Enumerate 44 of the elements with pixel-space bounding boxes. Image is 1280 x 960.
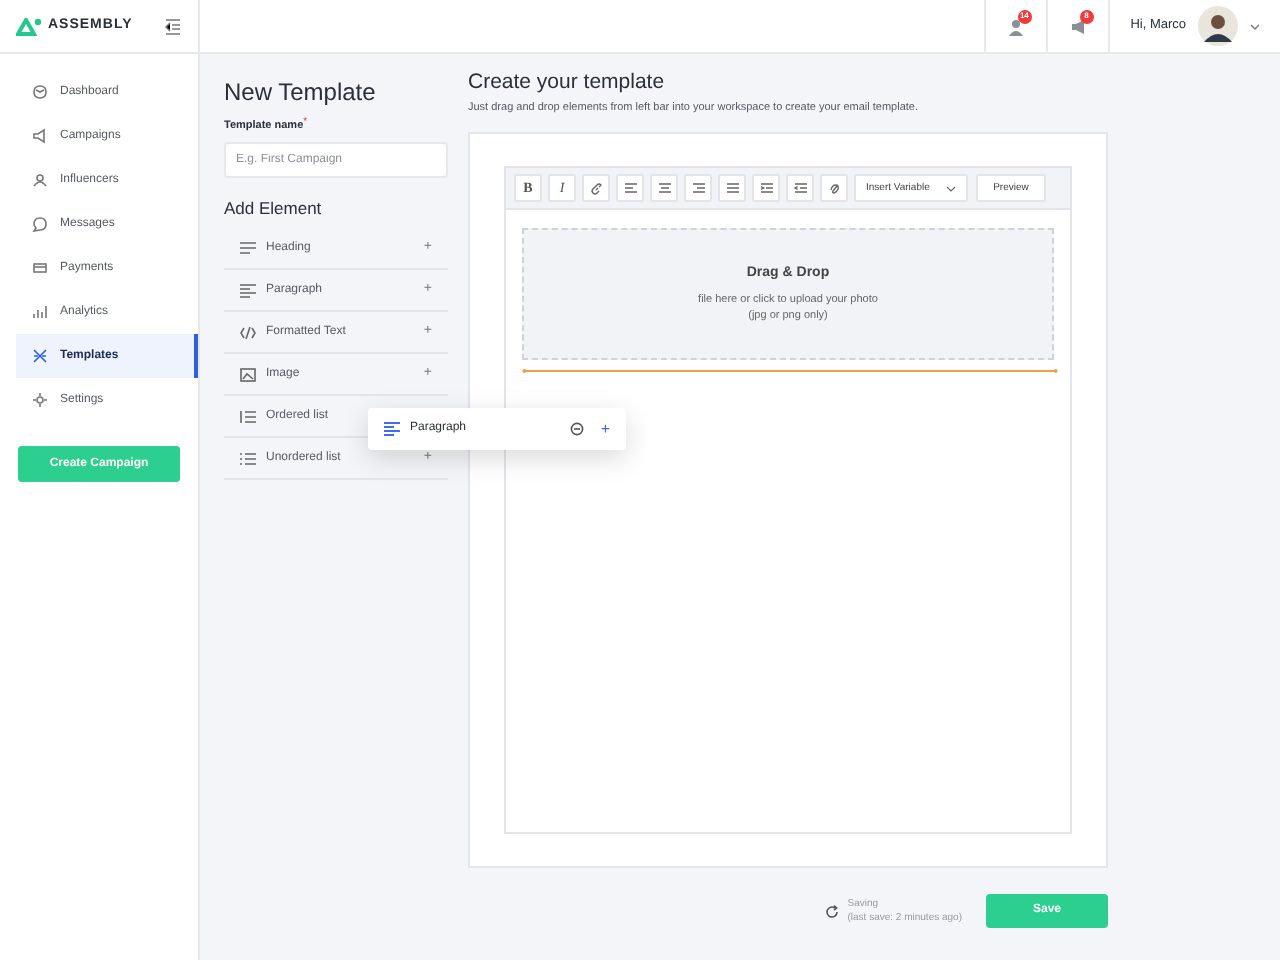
- link-button[interactable]: [582, 174, 610, 203]
- nav-icon: [32, 172, 48, 188]
- ordered-list-icon: [240, 409, 256, 423]
- section-title: Add Element: [224, 196, 324, 222]
- align-center-button[interactable]: [650, 174, 678, 203]
- justify-icon: [725, 181, 739, 196]
- page-title: New Template: [224, 78, 378, 106]
- nav-icon: [32, 260, 48, 276]
- nav-icon: [32, 84, 48, 100]
- attachment-button[interactable]: [820, 174, 848, 203]
- outdent-icon: [793, 181, 807, 196]
- nav-icon: [32, 392, 48, 408]
- user-icon: [1007, 17, 1026, 35]
- nav-icon: [32, 128, 48, 144]
- align-left-button[interactable]: [616, 174, 644, 203]
- align-left-icon: [623, 181, 637, 196]
- unordered-list-icon: [240, 451, 256, 465]
- indent-button[interactable]: [752, 174, 780, 203]
- grab-icon[interactable]: [570, 422, 585, 436]
- logo-icon: [16, 17, 42, 35]
- nav-icon: [32, 348, 48, 364]
- megaphone-icon: [1069, 17, 1088, 35]
- paragraph-icon: [240, 283, 256, 297]
- image-icon: [240, 367, 256, 381]
- align-right-icon: [691, 181, 705, 196]
- chevron-down-icon: [946, 185, 956, 192]
- chevron-down-icon[interactable]: [1250, 23, 1260, 29]
- justify-button[interactable]: [718, 174, 746, 203]
- nav-icon: [32, 216, 48, 232]
- link-icon: [589, 181, 603, 196]
- indent-icon: [759, 181, 773, 196]
- avatar[interactable]: [1198, 6, 1238, 46]
- outdent-button[interactable]: [786, 174, 814, 203]
- align-center-icon: [657, 181, 671, 196]
- menu-collapse-icon[interactable]: [164, 17, 182, 35]
- refresh-icon: [823, 903, 840, 920]
- attachment-icon: [827, 181, 841, 196]
- code-icon: [240, 325, 256, 339]
- editor-title: Create your template: [468, 70, 667, 96]
- add-element-button[interactable]: +: [600, 421, 610, 437]
- nav-icon: [32, 304, 48, 320]
- heading-icon: [240, 241, 256, 255]
- align-right-button[interactable]: [684, 174, 712, 203]
- paragraph-icon: [384, 422, 400, 436]
